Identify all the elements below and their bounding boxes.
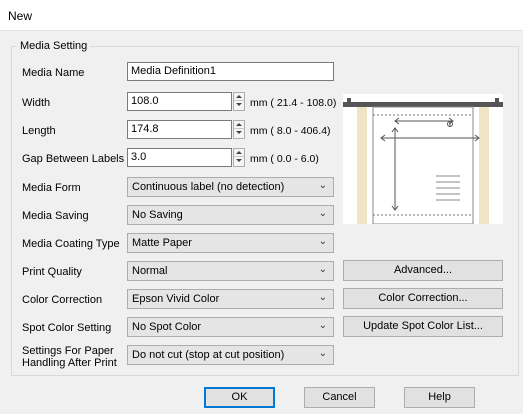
media-form-value: Continuous label (no detection) — [132, 181, 285, 193]
gap-input[interactable]: 3.0 — [127, 148, 232, 167]
length-input[interactable]: 174.8 — [127, 120, 232, 139]
window-title: New — [8, 9, 33, 23]
media-saving-value: No Saving — [132, 209, 183, 221]
help-button[interactable]: Help — [404, 387, 475, 408]
coating-label: Media Coating Type — [22, 238, 120, 250]
update-spot-color-button[interactable]: Update Spot Color List... — [343, 316, 503, 337]
title-bar: New — [0, 0, 523, 31]
spot-color-label: Spot Color Setting — [22, 322, 112, 334]
media-name-label: Media Name — [22, 67, 85, 79]
chevron-down-icon: ⌄ — [318, 180, 327, 191]
advanced-button[interactable]: Advanced... — [343, 260, 503, 281]
spot-color-select[interactable]: No Spot Color ⌄ — [127, 317, 334, 337]
width-range: mm ( 21.4 - 108.0) — [250, 97, 337, 109]
chevron-down-icon: ⌄ — [318, 208, 327, 219]
coating-select[interactable]: Matte Paper ⌄ — [127, 233, 334, 253]
color-correction-label: Color Correction — [22, 294, 103, 306]
media-saving-label: Media Saving — [22, 210, 89, 222]
width-spin-icon[interactable] — [233, 92, 245, 111]
gap-range: mm ( 0.0 - 6.0) — [250, 153, 319, 165]
length-label: Length — [22, 125, 56, 137]
color-correction-value: Epson Vivid Color — [132, 293, 220, 305]
color-correction-button[interactable]: Color Correction... — [343, 288, 503, 309]
label-preview-diagram — [343, 94, 503, 224]
chevron-down-icon: ⌄ — [318, 348, 327, 359]
coating-value: Matte Paper — [132, 237, 192, 249]
width-input[interactable]: 108.0 — [127, 92, 232, 111]
gap-label: Gap Between Labels — [22, 153, 125, 165]
paper-handling-select[interactable]: Do not cut (stop at cut position) ⌄ — [127, 345, 334, 365]
ok-button[interactable]: OK — [204, 387, 275, 408]
color-correction-select[interactable]: Epson Vivid Color ⌄ — [127, 289, 334, 309]
gap-spin-icon[interactable] — [233, 148, 245, 167]
cancel-button[interactable]: Cancel — [304, 387, 375, 408]
print-quality-select[interactable]: Normal ⌄ — [127, 261, 334, 281]
chevron-down-icon: ⌄ — [318, 292, 327, 303]
paper-handling-value: Do not cut (stop at cut position) — [132, 349, 285, 361]
spot-color-value: No Spot Color — [132, 321, 202, 333]
paper-handling-label: Settings For Paper Handling After Print — [22, 345, 117, 369]
media-form-select[interactable]: Continuous label (no detection) ⌄ — [127, 177, 334, 197]
print-quality-label: Print Quality — [22, 266, 82, 278]
length-spin-icon[interactable] — [233, 120, 245, 139]
print-quality-value: Normal — [132, 265, 168, 277]
chevron-down-icon: ⌄ — [318, 320, 327, 331]
chevron-down-icon: ⌄ — [318, 236, 327, 247]
media-name-input[interactable]: Media Definition1 — [127, 62, 334, 81]
media-saving-select[interactable]: No Saving ⌄ — [127, 205, 334, 225]
chevron-down-icon: ⌄ — [318, 264, 327, 275]
media-form-label: Media Form — [22, 182, 81, 194]
length-range: mm ( 8.0 - 406.4) — [250, 125, 331, 137]
media-setting-legend: Media Setting — [17, 40, 91, 52]
width-label: Width — [22, 97, 51, 109]
